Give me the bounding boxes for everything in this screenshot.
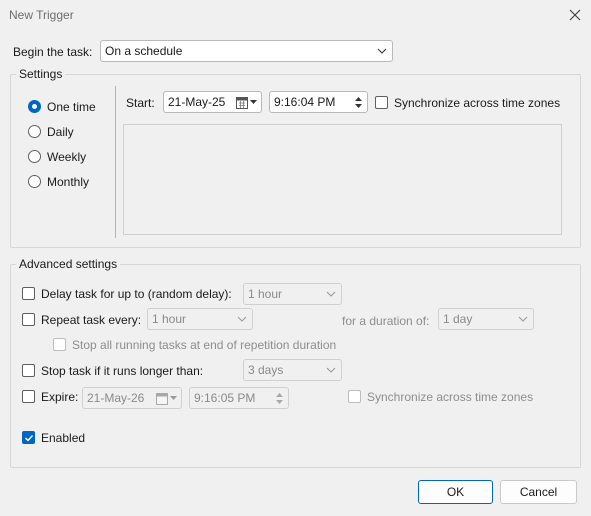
radio-one-time[interactable]: One time — [28, 100, 108, 116]
begin-task-label: Begin the task: — [13, 45, 93, 59]
close-icon — [569, 9, 581, 21]
start-time-value: 9:16:04 PM — [274, 95, 336, 109]
radio-daily-indicator — [28, 125, 41, 138]
delay-checkbox[interactable]: Delay task for up to (random delay): — [22, 287, 237, 303]
repeat-box — [22, 313, 35, 326]
enabled-checkbox[interactable]: Enabled — [22, 431, 102, 447]
chevron-down-icon — [518, 316, 528, 322]
checkmark-icon — [25, 435, 34, 442]
expire-time-value: 9:16:05 PM — [194, 391, 256, 405]
repeat-dropdown[interactable]: 1 hour — [147, 308, 253, 330]
window-title: New Trigger — [9, 8, 74, 22]
repeat-value: 1 hour — [152, 312, 187, 326]
sync-timezones-label: Synchronize across time zones — [394, 96, 561, 110]
duration-dropdown[interactable]: 1 day — [438, 308, 534, 330]
spinner-arrows-icon[interactable] — [273, 389, 286, 408]
expire-sync-box — [348, 390, 361, 403]
expire-box — [22, 390, 35, 403]
sync-timezones-box — [375, 96, 388, 109]
begin-task-value: On a schedule — [105, 44, 183, 58]
delay-value: 1 hour — [248, 287, 283, 301]
expire-label: Expire: — [41, 390, 79, 404]
radio-daily[interactable]: Daily — [28, 125, 108, 141]
settings-separator — [115, 86, 116, 238]
stop-longer-box — [22, 364, 35, 377]
cancel-button[interactable]: Cancel — [500, 480, 577, 504]
stop-running-box — [53, 338, 66, 351]
radio-one-time-indicator — [28, 100, 41, 113]
radio-weekly-indicator — [28, 150, 41, 163]
chevron-down-icon — [326, 367, 336, 373]
repeat-checkbox[interactable]: Repeat task every: — [22, 313, 142, 329]
delay-label: Delay task for up to (random delay): — [41, 287, 232, 301]
schedule-options-panel — [123, 124, 562, 235]
chevron-down-icon — [237, 316, 247, 322]
delay-dropdown[interactable]: 1 hour — [243, 283, 342, 305]
chevron-down-icon — [326, 291, 336, 297]
stop-longer-value: 3 days — [248, 363, 284, 377]
spinner-arrows-icon[interactable] — [352, 93, 365, 112]
stop-longer-checkbox[interactable]: Stop task if it runs longer than: — [22, 364, 222, 380]
stop-running-checkbox[interactable]: Stop all running tasks at end of repetit… — [53, 338, 343, 354]
start-time-picker[interactable]: 9:16:04 PM — [269, 91, 368, 113]
ok-button[interactable]: OK — [418, 480, 493, 504]
radio-weekly-label: Weekly — [47, 150, 87, 164]
calendar-icon — [156, 393, 168, 405]
start-date-picker[interactable]: 21-May-25 — [163, 91, 262, 113]
expire-sync-checkbox[interactable]: Synchronize across time zones — [348, 390, 538, 406]
start-label: Start: — [126, 96, 155, 110]
stop-longer-label: Stop task if it runs longer than: — [41, 364, 204, 378]
expire-time-picker[interactable]: 9:16:05 PM — [189, 387, 289, 409]
radio-weekly[interactable]: Weekly — [28, 150, 108, 166]
start-date-value: 21-May-25 — [168, 95, 226, 109]
calendar-icon — [236, 97, 248, 109]
title-bar: New Trigger — [0, 0, 591, 32]
stop-running-label: Stop all running tasks at end of repetit… — [72, 338, 337, 352]
expire-date-picker[interactable]: 21-May-26 — [82, 387, 182, 409]
delay-box — [22, 287, 35, 300]
radio-monthly[interactable]: Monthly — [28, 175, 108, 191]
repeat-label: Repeat task every: — [41, 313, 142, 327]
duration-label: for a duration of: — [342, 314, 430, 328]
radio-one-time-label: One time — [47, 100, 96, 114]
enabled-box — [22, 431, 35, 444]
settings-group-title: Settings — [16, 67, 66, 81]
radio-monthly-indicator — [28, 175, 41, 188]
chevron-down-icon — [170, 396, 177, 400]
radio-daily-label: Daily — [47, 125, 74, 139]
radio-monthly-label: Monthly — [47, 175, 90, 189]
sync-timezones-checkbox[interactable]: Synchronize across time zones — [375, 96, 565, 112]
chevron-down-icon — [377, 48, 387, 54]
chevron-down-icon — [250, 100, 257, 104]
expire-date-value: 21-May-26 — [87, 391, 145, 405]
close-button[interactable] — [566, 6, 584, 24]
duration-value: 1 day — [443, 312, 473, 326]
enabled-label: Enabled — [41, 431, 86, 445]
expire-checkbox[interactable]: Expire: — [22, 390, 82, 406]
begin-task-dropdown[interactable]: On a schedule — [100, 40, 393, 62]
stop-longer-dropdown[interactable]: 3 days — [243, 359, 342, 381]
expire-sync-label: Synchronize across time zones — [367, 390, 534, 404]
advanced-settings-title: Advanced settings — [16, 257, 121, 271]
